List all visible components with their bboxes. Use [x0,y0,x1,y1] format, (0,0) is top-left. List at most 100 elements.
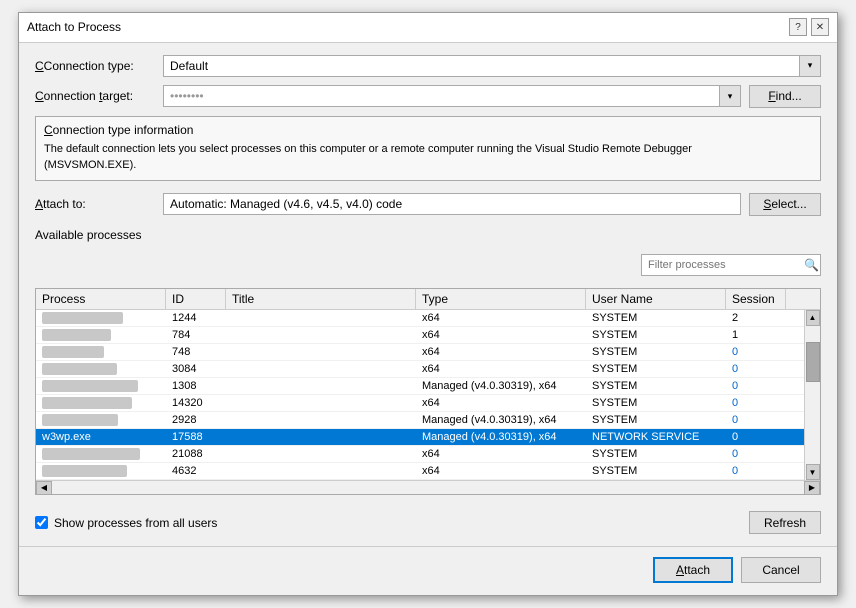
scroll-down-btn[interactable]: ▼ [806,464,820,480]
td-title [226,469,416,473]
td-type: x64 [416,310,586,326]
info-box-title: Connection type information [44,123,812,137]
td-type: x64 [416,361,586,377]
connection-type-dropdown-wrapper: Default ▾ [163,55,821,77]
help-button[interactable]: ? [789,18,807,36]
td-title [226,418,416,422]
col-header-process: Process [36,289,166,309]
table-row[interactable]: 21088 x64 SYSTEM 0 [36,446,804,463]
table-row[interactable]: 3084 x64 SYSTEM 0 [36,361,804,378]
td-type: Managed (v4.0.30319), x64 [416,378,586,394]
td-process [36,361,166,377]
td-title [226,401,416,405]
td-session: 1 [726,327,786,343]
td-session: 0 [726,378,786,394]
table-row[interactable]: 1244 x64 SYSTEM 2 [36,310,804,327]
td-session: 0 [726,446,786,462]
process-table: Process ID Title Type User Name Session … [35,288,821,496]
td-title [226,350,416,354]
col-header-title: Title [226,289,416,309]
td-id: 748 [166,344,226,360]
table-row[interactable]: 784 x64 SYSTEM 1 [36,327,804,344]
td-process [36,412,166,428]
td-title [226,333,416,337]
td-username: SYSTEM [586,327,726,343]
select-button[interactable]: Select... [749,193,821,216]
attach-to-label: Attach to: [35,197,155,211]
info-box-text: The default connection lets you select p… [44,141,812,174]
show-all-users-checkbox[interactable] [35,516,48,529]
td-process [36,446,166,462]
td-username: SYSTEM [586,395,726,411]
title-bar: Attach to Process ? ✕ [19,13,837,43]
td-process [36,463,166,479]
footer: Attach Cancel [19,546,837,595]
td-type: x64 [416,446,586,462]
scroll-left-btn[interactable]: ◀ [36,481,52,495]
td-type: x64 [416,344,586,360]
td-title [226,316,416,320]
title-bar-controls: ? ✕ [789,18,829,36]
show-all-users-label: Show processes from all users [54,516,217,530]
col-header-username: User Name [586,289,726,309]
td-session: 0 [726,429,786,445]
td-username: SYSTEM [586,412,726,428]
connection-target-label: Connection target: [35,89,155,103]
refresh-button[interactable]: Refresh [749,511,821,534]
col-header-type: Type [416,289,586,309]
connection-info-box: Connection type information The default … [35,116,821,181]
col-header-id: ID [166,289,226,309]
attach-to-row: Attach to: Select... [35,193,821,216]
filter-input[interactable] [641,254,821,276]
td-username: NETWORK SERVICE [586,429,726,445]
table-row[interactable]: 14320 x64 SYSTEM 0 [36,395,804,412]
show-all-users-checkbox-label[interactable]: Show processes from all users [35,516,217,530]
scrollbar-thumb[interactable] [806,342,820,382]
td-session: 0 [726,395,786,411]
td-username: SYSTEM [586,361,726,377]
td-process [36,395,166,411]
table-row[interactable]: 2928 Managed (v4.0.30319), x64 SYSTEM 0 [36,412,804,429]
scroll-right-btn[interactable]: ▶ [804,481,820,495]
cancel-button[interactable]: Cancel [741,557,821,583]
td-id: 14320 [166,395,226,411]
find-button[interactable]: Find... [749,85,821,108]
td-process [36,344,166,360]
attach-to-input[interactable] [163,193,741,215]
td-id: 1244 [166,310,226,326]
close-button[interactable]: ✕ [811,18,829,36]
td-id: 4632 [166,463,226,479]
td-id: 784 [166,327,226,343]
td-type: Managed (v4.0.30319), x64 [416,429,586,445]
table-row[interactable]: 4632 x64 SYSTEM 0 [36,463,804,480]
td-session: 0 [726,412,786,428]
td-session: 0 [726,361,786,377]
available-processes-label: Available processes [35,228,821,242]
td-id: 2928 [166,412,226,428]
connection-target-input[interactable] [163,85,741,107]
td-id: 21088 [166,446,226,462]
td-username: SYSTEM [586,310,726,326]
td-title [226,367,416,371]
connection-target-input-wrapper: ▾ [163,85,741,107]
td-id: 1308 [166,378,226,394]
scrollbar[interactable]: ▲ ▼ [804,310,820,481]
td-process [36,310,166,326]
connection-type-dropdown[interactable]: Default [163,55,821,77]
td-type: x64 [416,327,586,343]
table-body: 1244 x64 SYSTEM 2 784 x64 SYSTEM 1 748 x… [36,310,804,481]
td-process: w3wp.exe [36,429,166,445]
bottom-row: Show processes from all users Refresh [35,511,821,534]
table-row[interactable]: 1308 Managed (v4.0.30319), x64 SYSTEM 0 [36,378,804,395]
td-title [226,384,416,388]
table-row[interactable]: w3wp.exe 17588 Managed (v4.0.30319), x64… [36,429,804,446]
table-row[interactable]: 748 x64 SYSTEM 0 [36,344,804,361]
td-title [226,452,416,456]
attach-button[interactable]: Attach [653,557,733,583]
td-session: 0 [726,344,786,360]
td-id: 3084 [166,361,226,377]
td-username: SYSTEM [586,446,726,462]
horizontal-scrollbar[interactable]: ◀ ▶ [36,480,820,494]
td-session: 0 [726,463,786,479]
scroll-up-btn[interactable]: ▲ [806,310,820,326]
